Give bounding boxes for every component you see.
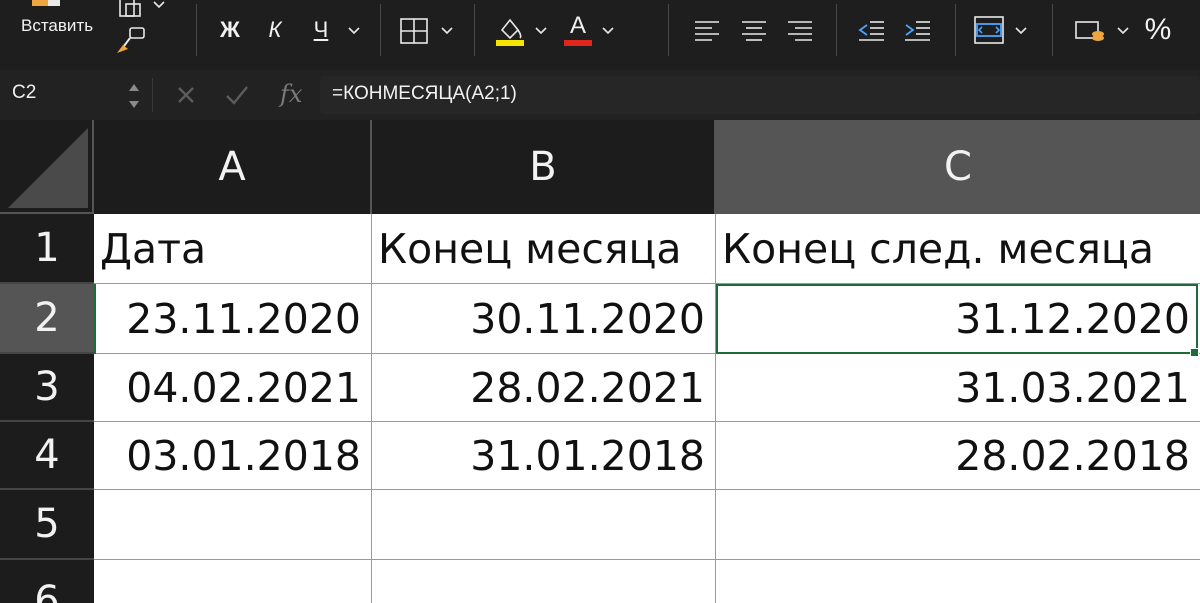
cell-value: 31.03.2021 xyxy=(955,363,1190,412)
select-all-button[interactable] xyxy=(0,120,94,214)
cell-b2[interactable]: 30.11.2020 xyxy=(372,284,716,354)
cell-a4[interactable]: 03.01.2018 xyxy=(94,422,372,490)
insert-function-button[interactable]: fx xyxy=(280,80,302,108)
cell-value: 03.01.2018 xyxy=(126,431,361,480)
cell-c5[interactable] xyxy=(716,490,1200,560)
cell-c6[interactable] xyxy=(716,560,1200,603)
confirm-icon[interactable] xyxy=(224,83,250,107)
row-label: 5 xyxy=(34,501,60,547)
paste-icon[interactable] xyxy=(28,0,68,10)
cell-b5[interactable] xyxy=(372,490,716,560)
align-left-icon[interactable] xyxy=(692,18,722,44)
divider xyxy=(1052,4,1053,56)
cell-value: 28.02.2018 xyxy=(955,431,1190,480)
cell-a1[interactable]: Дата xyxy=(94,214,372,284)
format-painter-icon[interactable] xyxy=(114,26,148,56)
cell-value: Конец месяца xyxy=(378,224,682,273)
row-label: 4 xyxy=(34,432,60,478)
row-header-5[interactable]: 5 xyxy=(0,490,94,560)
row-header-1[interactable]: 1 xyxy=(0,214,94,284)
italic-label: К xyxy=(268,17,282,42)
bold-button[interactable]: Ж xyxy=(215,14,245,46)
cancel-icon[interactable] xyxy=(174,83,198,107)
cell-c1[interactable]: Конец след. месяца xyxy=(716,214,1200,284)
name-box[interactable]: C2 xyxy=(12,82,36,104)
divider xyxy=(668,4,669,56)
increase-indent-icon[interactable] xyxy=(902,18,932,44)
cell-c4[interactable]: 28.02.2018 xyxy=(716,422,1200,490)
divider xyxy=(955,4,956,56)
cell-value: 31.12.2020 xyxy=(955,294,1190,343)
chevron-down-icon[interactable] xyxy=(601,24,615,38)
cell-value: 30.11.2020 xyxy=(470,294,705,343)
row-label: 3 xyxy=(34,364,60,410)
cell-b3[interactable]: 28.02.2021 xyxy=(372,354,716,422)
ribbon: Вставить Ж К Ч A % xyxy=(0,0,1200,68)
row-header-2[interactable]: 2 xyxy=(0,284,94,354)
row-header-3[interactable]: 3 xyxy=(0,354,94,422)
chevron-down-icon[interactable] xyxy=(1014,24,1028,38)
chevron-down-icon[interactable] xyxy=(152,0,166,10)
align-right-icon[interactable] xyxy=(785,18,815,44)
currency-format-icon[interactable] xyxy=(1072,16,1108,46)
cell-a3[interactable]: 04.02.2021 xyxy=(94,354,372,422)
copy-icon[interactable] xyxy=(116,0,146,20)
column-header-a[interactable]: A xyxy=(94,120,372,214)
cell-a5[interactable] xyxy=(94,490,372,560)
cell-value: 31.01.2018 xyxy=(470,431,705,480)
row-label: 6 xyxy=(34,578,60,603)
column-label: B xyxy=(529,144,557,190)
font-color-icon: A xyxy=(569,12,586,39)
column-label: A xyxy=(218,144,246,190)
cell-c3[interactable]: 31.03.2021 xyxy=(716,354,1200,422)
bold-label: Ж xyxy=(220,17,240,42)
column-label: C xyxy=(944,144,972,190)
paste-button[interactable]: Вставить xyxy=(21,16,93,36)
underline-label: Ч xyxy=(313,17,329,42)
decrease-indent-icon[interactable] xyxy=(856,18,886,44)
spreadsheet-grid: A B C 1 2 3 4 5 6 Дата Конец месяца Коне… xyxy=(0,120,1200,603)
divider xyxy=(196,4,197,56)
cell-value: 04.02.2021 xyxy=(126,363,361,412)
row-header-6[interactable]: 6 xyxy=(0,560,94,603)
divider xyxy=(380,4,381,56)
divider xyxy=(836,4,837,56)
font-color-button[interactable]: A xyxy=(562,12,594,48)
chevron-down-icon[interactable] xyxy=(440,24,454,38)
percent-button[interactable]: % xyxy=(1140,12,1176,48)
cell-a2[interactable]: 23.11.2020 xyxy=(94,284,372,354)
row-header-4[interactable]: 4 xyxy=(0,422,94,490)
name-box-stepper-icon[interactable] xyxy=(126,80,142,112)
chevron-down-icon[interactable] xyxy=(347,24,361,38)
row-label: 2 xyxy=(34,295,60,341)
column-header-b[interactable]: B xyxy=(372,120,716,214)
align-center-icon[interactable] xyxy=(739,18,769,44)
merge-center-icon[interactable] xyxy=(972,14,1006,46)
borders-icon[interactable] xyxy=(398,16,430,46)
fill-color-icon[interactable] xyxy=(494,12,526,48)
percent-label: % xyxy=(1144,13,1172,46)
underline-button[interactable]: Ч xyxy=(306,14,336,46)
cell-value: Дата xyxy=(100,224,207,273)
divider xyxy=(474,4,475,56)
font-color-swatch xyxy=(564,40,592,46)
cell-a6[interactable] xyxy=(94,560,372,603)
cell-value: Конец след. месяца xyxy=(722,224,1154,273)
chevron-down-icon[interactable] xyxy=(1116,24,1130,38)
formula-bar: C2 fx =КОНМЕСЯЦА(A2;1) xyxy=(0,70,1200,120)
formula-input[interactable]: =КОНМЕСЯЦА(A2;1) xyxy=(332,83,517,105)
divider xyxy=(152,78,153,112)
cell-b6[interactable] xyxy=(372,560,716,603)
cell-b4[interactable]: 31.01.2018 xyxy=(372,422,716,490)
fill-handle[interactable] xyxy=(1190,348,1199,357)
row-selection-edge xyxy=(94,284,96,354)
cell-c2[interactable]: 31.12.2020 xyxy=(716,284,1200,354)
cell-value: 28.02.2021 xyxy=(470,363,705,412)
chevron-down-icon[interactable] xyxy=(534,24,548,38)
cell-value: 23.11.2020 xyxy=(126,294,361,343)
cell-b1[interactable]: Конец месяца xyxy=(372,214,716,284)
row-label: 1 xyxy=(34,225,60,271)
column-header-c[interactable]: C xyxy=(716,120,1200,214)
italic-button[interactable]: К xyxy=(260,14,290,46)
